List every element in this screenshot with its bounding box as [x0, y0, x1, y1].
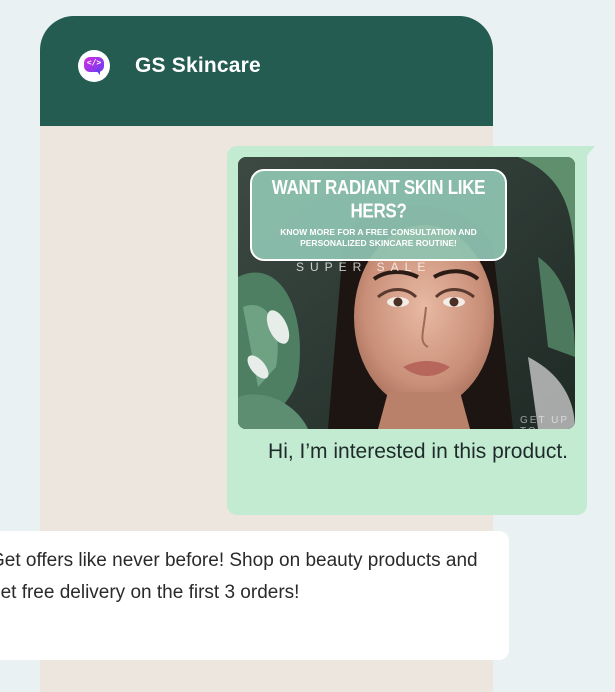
chat-title: GS Skincare [135, 54, 261, 77]
promo-headline: WANT RADIANT SKIN LIKE HERS? [271, 176, 486, 223]
outgoing-bubble-tail [585, 146, 595, 158]
incoming-message-text: Get offers like never before! Shop on be… [0, 550, 478, 603]
promo-banner: WANT RADIANT SKIN LIKE HERS? KNOW MORE F… [250, 169, 507, 261]
chat-code-icon: </> [78, 50, 110, 82]
promo-subline: KNOW MORE FOR A FREE CONSULTATION AND PE… [280, 227, 477, 248]
super-sale-overlay: SUPER SALE [296, 260, 432, 274]
product-ad-image[interactable]: WANT RADIANT SKIN LIKE HERS? KNOW MORE F… [238, 157, 575, 429]
get-up-to-overlay: GET UP TO [520, 415, 569, 429]
chat-header: </> GS Skincare [40, 16, 493, 126]
outgoing-message-text: Hi, I’m interested in this product. [268, 440, 568, 463]
